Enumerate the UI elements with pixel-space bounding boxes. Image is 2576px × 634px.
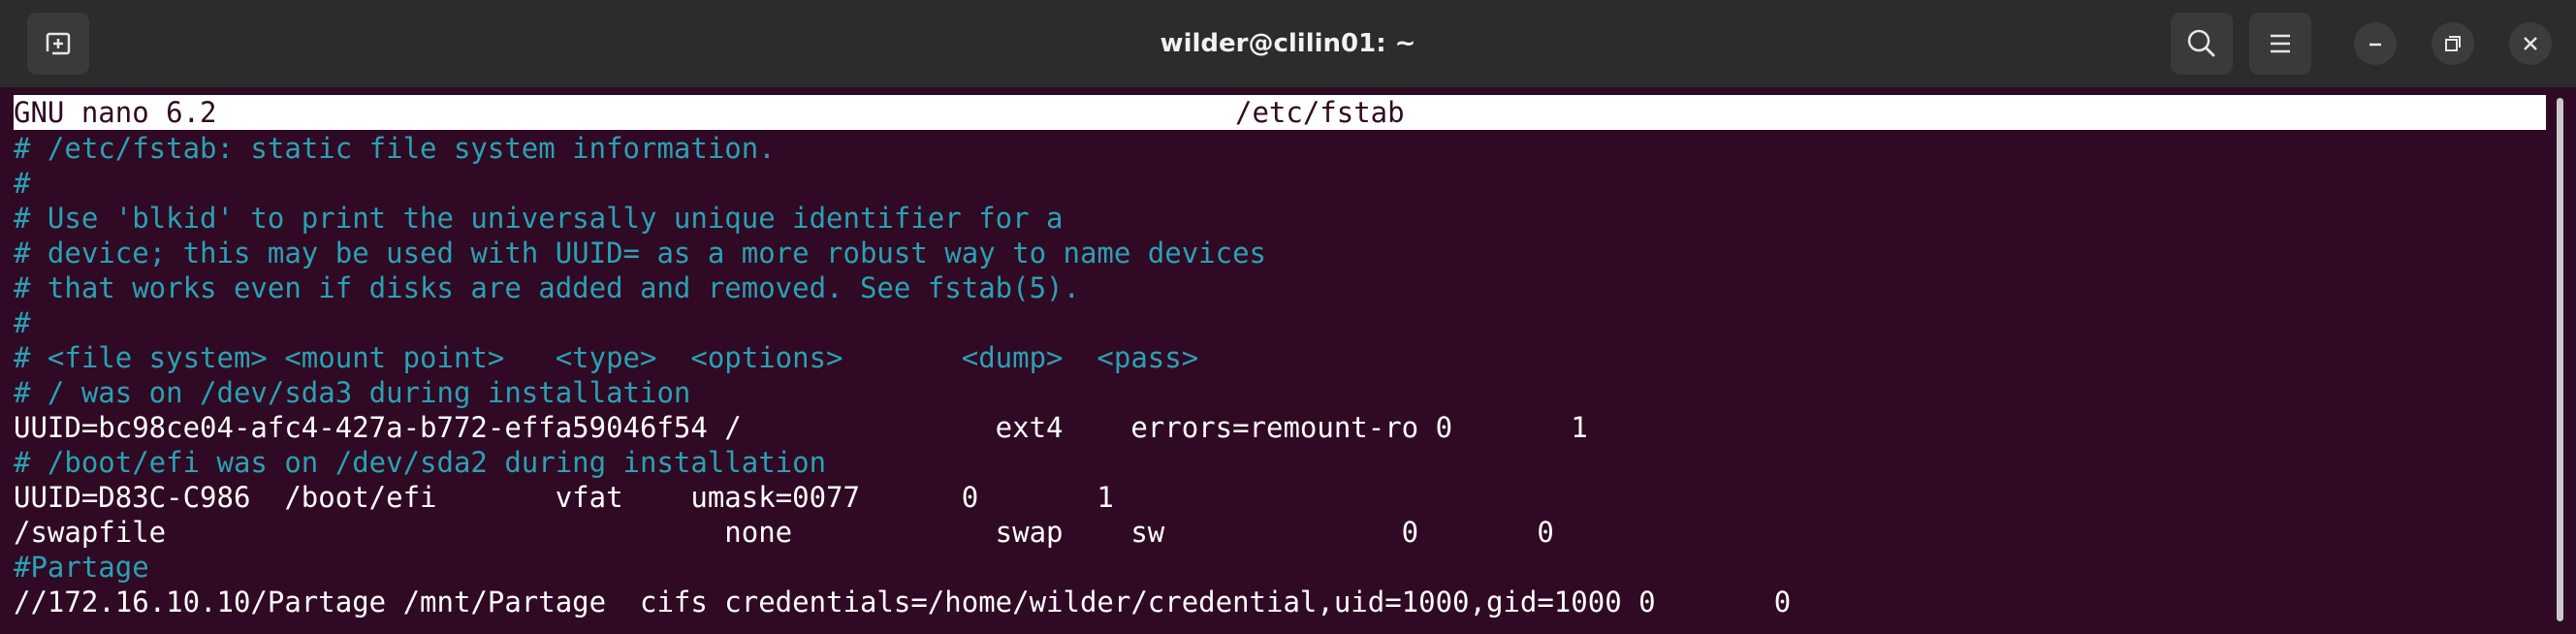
comment-line: #	[14, 167, 31, 200]
menu-button[interactable]	[2249, 13, 2311, 75]
terminal-area[interactable]: GNU nano 6.2 /etc/fstab # /etc/fstab: st…	[0, 88, 2576, 634]
title-bar: wilder@clilin01: ~	[0, 0, 2576, 88]
comment-line: # /boot/efi was on /dev/sda2 during inst…	[14, 446, 827, 479]
nano-version: GNU nano 6.2	[14, 96, 217, 129]
search-button[interactable]	[2171, 13, 2233, 75]
close-icon	[2524, 37, 2537, 50]
minimize-button[interactable]	[2354, 22, 2397, 65]
terminal-window: wilder@clilin01: ~ GNU nano 6.2 /etc/fst…	[0, 0, 2576, 634]
comment-line: # <file system> <mount point> <type> <op…	[14, 341, 1199, 374]
close-button[interactable]	[2509, 22, 2552, 65]
comment-line: # device; this may be used with UUID= as…	[14, 237, 1267, 269]
comment-line: # /etc/fstab: static file system informa…	[14, 132, 776, 165]
config-line: //172.16.10.10/Partage /mnt/Partage cifs…	[14, 586, 1792, 618]
search-icon	[2187, 29, 2215, 57]
config-line: UUID=bc98ce04-afc4-427a-b772-effa59046f5…	[14, 411, 1588, 444]
comment-line: #	[14, 306, 31, 339]
hamburger-menu-icon	[2271, 34, 2290, 53]
file-content[interactable]: # /etc/fstab: static file system informa…	[14, 131, 1791, 619]
minimize-icon	[2369, 43, 2381, 47]
comment-line: #Partage	[14, 551, 149, 584]
comment-line: # Use 'blkid' to print the universally u…	[14, 202, 1064, 235]
config-line: /swapfile none swap sw 0 0	[14, 516, 1554, 549]
restore-icon	[2445, 36, 2461, 51]
nano-header-bar: GNU nano 6.2 /etc/fstab	[14, 95, 2546, 130]
nano-filename: /etc/fstab	[1235, 96, 1405, 129]
maximize-button[interactable]	[2432, 22, 2474, 65]
comment-line: # / was on /dev/sda3 during installation	[14, 376, 691, 409]
scrollbar[interactable]	[2557, 98, 2563, 621]
comment-line: # that works even if disks are added and…	[14, 271, 1080, 304]
config-line: UUID=D83C-C986 /boot/efi vfat umask=0077…	[14, 481, 1114, 514]
